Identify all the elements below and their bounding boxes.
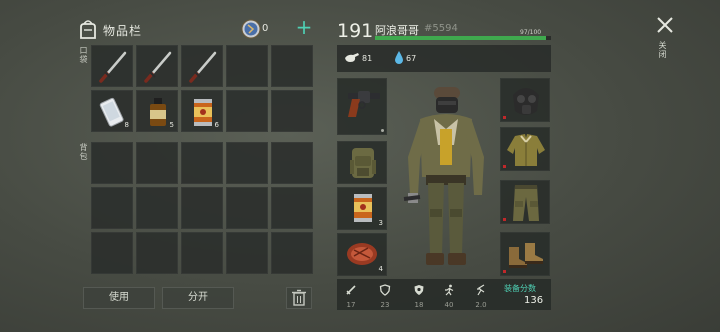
backpack-icon	[80, 20, 96, 39]
defense-stat: 23	[374, 281, 396, 309]
weapon-slot[interactable]	[337, 78, 387, 135]
revolver-icon	[348, 91, 380, 117]
item-count: 8	[124, 121, 129, 129]
health-bar	[375, 36, 551, 40]
defense-value: 23	[380, 301, 390, 309]
item-count: 5	[169, 121, 174, 129]
pocket-slot[interactable]	[181, 45, 223, 87]
backpack-slot[interactable]	[226, 232, 268, 274]
katana-icon	[144, 51, 172, 83]
player-level: 191	[337, 20, 374, 42]
pocket-slot[interactable]: 6	[181, 90, 223, 132]
equipment-stats-bar: 17 23 18 40 2.0 装备分数 136	[337, 279, 551, 310]
backpack-label: 背包	[79, 143, 88, 161]
backpack-slot[interactable]	[91, 232, 133, 274]
backpack-slot[interactable]	[136, 142, 178, 184]
jacket-icon	[507, 134, 545, 166]
backpack-slot[interactable]	[271, 232, 313, 274]
backpack-slot[interactable]	[226, 187, 268, 229]
move-stat: 2.0	[470, 281, 492, 309]
trash-button[interactable]	[286, 287, 312, 309]
character-model	[403, 87, 484, 265]
pocket-slot[interactable]: 8	[91, 90, 133, 132]
head-slot[interactable]	[500, 78, 550, 122]
katana-icon	[99, 51, 127, 83]
damage-stat: 17	[340, 281, 362, 309]
backpack-slot[interactable]	[136, 232, 178, 274]
health-bar-fill	[375, 36, 546, 40]
speed-stat: 40	[438, 281, 460, 309]
coin-count: 0	[262, 23, 269, 34]
backpack-slot[interactable]	[181, 232, 223, 274]
gas-mask-icon	[513, 88, 539, 115]
backpack-icon	[350, 148, 376, 178]
running-icon	[445, 284, 454, 296]
radiation-stat: 18	[408, 281, 430, 309]
bag-slot[interactable]	[337, 141, 387, 184]
item-count: 4	[378, 265, 383, 273]
backpack-slot[interactable]	[91, 142, 133, 184]
sword-icon	[346, 285, 356, 295]
pocket-slot[interactable]: 5	[136, 90, 178, 132]
pants-icon	[513, 185, 539, 221]
use-button[interactable]: 使用	[83, 287, 155, 309]
pocket-slot[interactable]	[226, 45, 268, 87]
pocket-label: 口袋	[79, 46, 88, 64]
pocket-slot[interactable]	[271, 90, 313, 132]
equipped-marker	[503, 165, 506, 168]
gear-score-value: 136	[524, 295, 544, 306]
backpack-slot[interactable]	[181, 142, 223, 184]
trash-icon	[292, 289, 306, 306]
backpack-slot[interactable]	[226, 142, 268, 184]
katana-icon	[189, 51, 217, 83]
move-value: 2.0	[475, 301, 487, 309]
pocket-slot[interactable]	[136, 45, 178, 87]
backpack-slot[interactable]	[271, 142, 313, 184]
health-text: 97/100	[520, 29, 542, 36]
boots-icon	[509, 243, 543, 268]
survival-stats: 81 67	[337, 45, 551, 72]
add-coins-button[interactable]: +	[294, 16, 314, 38]
quick-slot[interactable]: 3	[337, 187, 387, 230]
close-icon[interactable]	[654, 14, 676, 36]
inventory-title: 物品栏	[103, 24, 143, 38]
food-value: 81	[362, 54, 373, 63]
speed-value: 40	[444, 301, 454, 309]
equipped-marker	[503, 116, 506, 119]
body-slot[interactable]	[500, 127, 550, 171]
pocket-slot[interactable]	[226, 90, 268, 132]
item-count: 3	[378, 219, 383, 227]
gear-score-label: 装备分数	[504, 284, 536, 293]
backpack-slot[interactable]	[181, 187, 223, 229]
split-button[interactable]: 分开	[162, 287, 234, 309]
backpack-slot[interactable]	[91, 187, 133, 229]
pocket-slot[interactable]	[91, 45, 133, 87]
coin-icon	[241, 19, 261, 39]
legs-slot[interactable]	[500, 180, 550, 224]
speed-icon	[477, 284, 485, 296]
water-value: 67	[406, 54, 417, 63]
player-id: #5594	[424, 23, 458, 34]
radiation-value: 18	[414, 301, 424, 309]
backpack-slot[interactable]	[136, 187, 178, 229]
quick-slot[interactable]: 4	[337, 233, 387, 276]
radiation-shield-icon	[414, 285, 424, 295]
equipped-marker	[503, 270, 506, 273]
slot-marker	[381, 129, 384, 132]
feet-slot[interactable]	[500, 232, 550, 276]
damage-value: 17	[346, 301, 356, 309]
shield-icon	[379, 284, 391, 296]
close-button[interactable]: 关闭	[657, 41, 668, 59]
food-icon	[345, 53, 359, 62]
pocket-slot[interactable]	[271, 45, 313, 87]
item-count: 6	[214, 121, 219, 129]
equipped-marker	[503, 218, 506, 221]
water-drop-icon	[395, 51, 403, 64]
backpack-slot[interactable]	[271, 187, 313, 229]
